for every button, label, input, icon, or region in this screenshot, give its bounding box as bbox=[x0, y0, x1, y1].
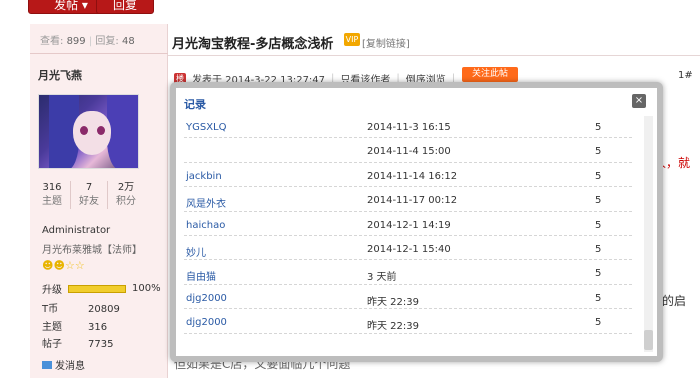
level-label: 升级 bbox=[42, 285, 62, 296]
user-rank[interactable]: 月光布莱雅城【法师】 bbox=[42, 241, 142, 256]
record-score: 5 bbox=[595, 170, 602, 182]
stat-key: T币 bbox=[42, 304, 59, 315]
record-score: 5 bbox=[595, 195, 602, 207]
record-time: 昨天 22:39 bbox=[367, 321, 419, 333]
avatar[interactable] bbox=[38, 94, 139, 169]
author-counts: 316 主题 7 好友 2万 积分 bbox=[34, 181, 144, 209]
level-progress: 升级 100% bbox=[42, 281, 161, 296]
rank-icons: ☻☻☆☆ bbox=[42, 259, 85, 272]
count-label: 主题 bbox=[42, 196, 62, 207]
send-message-label: 发消息 bbox=[55, 361, 85, 372]
avatar-hair-right bbox=[107, 95, 138, 168]
stat-coins: T币 20809 bbox=[42, 300, 142, 315]
count-value: 2万 bbox=[117, 182, 135, 193]
record-time: 2014-12-1 14:19 bbox=[367, 219, 451, 231]
stat-value: 20809 bbox=[88, 304, 120, 315]
record-score: 5 bbox=[595, 317, 602, 329]
record-score: 5 bbox=[595, 146, 602, 158]
record-time: 2014-11-3 16:15 bbox=[367, 122, 451, 133]
list-item: 妙儿 2014-12-1 15:40 5 bbox=[184, 236, 632, 261]
list-item: 自由猫 3 天前 5 bbox=[184, 260, 632, 285]
record-user-link[interactable]: jackbin bbox=[186, 171, 222, 182]
record-time: 2014-11-14 16:12 bbox=[367, 170, 458, 182]
list-item: djg2000 昨天 22:39 5 bbox=[184, 309, 632, 334]
stat-key: 帖子 bbox=[42, 339, 62, 350]
record-user-link[interactable]: haichao bbox=[186, 220, 225, 231]
views-label: 查看: bbox=[40, 36, 64, 47]
avatar-eye-right bbox=[97, 126, 105, 135]
level-percent: 100% bbox=[132, 283, 161, 294]
replies-count: 48 bbox=[121, 36, 135, 47]
dialog-scrollbar[interactable] bbox=[644, 116, 653, 352]
author-username[interactable]: 月光飞燕 bbox=[38, 67, 82, 83]
list-item: haichao 2014-12-1 14:19 5 bbox=[184, 212, 632, 236]
stat-key: 主题 bbox=[42, 322, 62, 333]
stat-posts: 帖子 7735 bbox=[42, 335, 142, 350]
record-score: 5 bbox=[595, 219, 602, 231]
count-topics[interactable]: 316 主题 bbox=[34, 181, 71, 209]
level-bar bbox=[68, 284, 126, 293]
close-icon[interactable]: × bbox=[632, 94, 646, 108]
record-user-link[interactable]: 妙儿 bbox=[186, 244, 206, 259]
record-score: 5 bbox=[595, 292, 602, 304]
list-item: 风是外衣 2014-11-17 00:12 5 bbox=[184, 187, 632, 212]
record-user-link[interactable]: 自由猫 bbox=[186, 268, 216, 283]
reply-button[interactable]: 回复 bbox=[96, 0, 154, 14]
thread-title: 月光淘宝教程-多店概念浅析 bbox=[172, 37, 334, 52]
stat-topics: 主题 316 bbox=[42, 318, 142, 333]
star-icon: ☆ bbox=[74, 259, 85, 272]
record-time: 2014-12-1 15:40 bbox=[367, 243, 451, 255]
record-time: 3 天前 bbox=[367, 272, 397, 284]
views-count: 899 bbox=[66, 36, 86, 47]
sun-icon: ☻ bbox=[42, 259, 54, 272]
count-value: 316 bbox=[42, 182, 62, 193]
record-dialog: 记录 × YGSXLQ 2014-11-3 16:15 5 2014-11-4 15:… bbox=[176, 88, 657, 356]
divider bbox=[168, 55, 700, 56]
record-time: 2014-11-4 15:00 bbox=[367, 146, 451, 158]
record-list: YGSXLQ 2014-11-3 16:15 5 2014-11-4 15:00 5 ja… bbox=[184, 114, 632, 334]
vip-icon: VIP bbox=[344, 33, 360, 46]
floor-number[interactable]: 1# bbox=[678, 70, 693, 81]
user-group: Administrator bbox=[42, 225, 111, 236]
count-label: 好友 bbox=[79, 196, 99, 207]
avatar-face bbox=[73, 111, 111, 155]
record-score: 5 bbox=[595, 243, 602, 255]
record-time: 昨天 22:39 bbox=[367, 296, 419, 308]
mail-icon bbox=[42, 361, 52, 369]
star-icon: ☆ bbox=[64, 259, 75, 272]
thread-stats: 查看: 899 | 回复: 48 bbox=[30, 24, 168, 54]
list-item: djg2000 昨天 22:39 5 bbox=[184, 285, 632, 310]
record-score: 5 bbox=[595, 268, 602, 280]
record-user-link[interactable]: djg2000 bbox=[186, 293, 227, 304]
send-message-link[interactable]: 发消息 bbox=[42, 357, 85, 372]
avatar-eye-left bbox=[80, 126, 88, 135]
scrollbar-thumb[interactable] bbox=[644, 330, 653, 350]
stat-value: 316 bbox=[88, 322, 108, 333]
record-user-link[interactable]: 风是外衣 bbox=[186, 195, 226, 210]
count-friends[interactable]: 7 好友 bbox=[71, 181, 108, 209]
list-item: 2014-11-4 15:00 5 bbox=[184, 138, 632, 163]
level-bar-fill bbox=[69, 285, 125, 292]
record-time: 2014-11-17 00:12 bbox=[367, 195, 458, 207]
record-user-link[interactable]: YGSXLQ bbox=[186, 122, 227, 133]
follow-thread-button[interactable]: 关注此帖 bbox=[462, 67, 518, 82]
dialog-title: 记录 bbox=[184, 98, 206, 111]
list-item: YGSXLQ 2014-11-3 16:15 5 bbox=[184, 114, 632, 139]
record-user-link[interactable]: djg2000 bbox=[186, 317, 227, 328]
count-value: 7 bbox=[85, 182, 93, 193]
record-score: 5 bbox=[595, 122, 602, 133]
copy-link-button[interactable]: [复制链接] bbox=[362, 35, 410, 50]
count-label: 积分 bbox=[116, 196, 136, 207]
replies-label: 回复: bbox=[95, 36, 119, 47]
stat-value: 7735 bbox=[88, 339, 114, 350]
list-item: jackbin 2014-11-14 16:12 5 bbox=[184, 163, 632, 188]
sun-icon: ☻ bbox=[53, 259, 65, 272]
count-points[interactable]: 2万 积分 bbox=[108, 181, 144, 209]
